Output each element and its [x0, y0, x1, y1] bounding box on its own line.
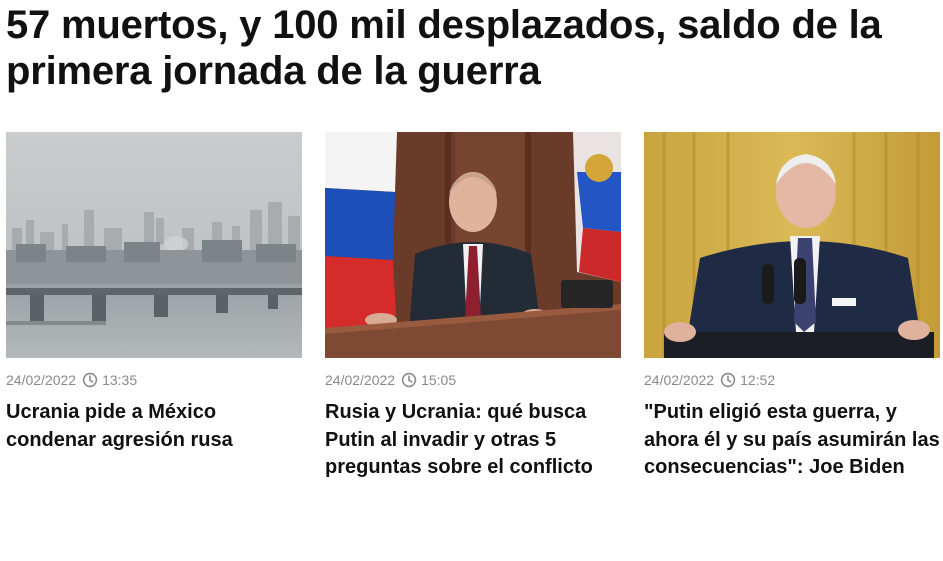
article-time: 13:35 [102, 372, 138, 388]
article-meta: 24/02/2022 12:52 [644, 371, 940, 389]
article-card: 24/02/2022 15:05 Rusia y Ucrania: qué bu… [325, 132, 621, 482]
article-date: 24/02/2022 [325, 372, 396, 388]
news-section: 57 muertos, y 100 mil desplazados, saldo… [0, 0, 943, 561]
article-date: 24/02/2022 [644, 372, 715, 388]
article-title[interactable]: "Putin eligió esta guerra, y ahora él y … [644, 399, 940, 482]
article-image-speaker-at-podium[interactable] [644, 132, 940, 358]
article-card: 24/02/2022 13:35 Ucrania pide a México c… [6, 132, 302, 454]
article-time: 15:05 [421, 372, 457, 388]
article-meta: 24/02/2022 15:05 [325, 371, 621, 389]
article-title[interactable]: Rusia y Ucrania: qué busca Putin al inva… [325, 399, 621, 482]
clock-icon [82, 372, 98, 388]
article-title[interactable]: Ucrania pide a México condenar agresión … [6, 399, 302, 454]
article-card: 24/02/2022 12:52 "Putin eligió esta guer… [644, 132, 940, 482]
article-meta: 24/02/2022 13:35 [6, 371, 302, 389]
clock-icon [401, 372, 417, 388]
article-image-speaker-at-desk[interactable] [325, 132, 621, 358]
article-time: 12:52 [740, 372, 776, 388]
article-image-city-skyline[interactable] [6, 132, 302, 358]
article-date: 24/02/2022 [6, 372, 77, 388]
clock-icon [720, 372, 736, 388]
section-headline[interactable]: 57 muertos, y 100 mil desplazados, saldo… [6, 2, 936, 94]
